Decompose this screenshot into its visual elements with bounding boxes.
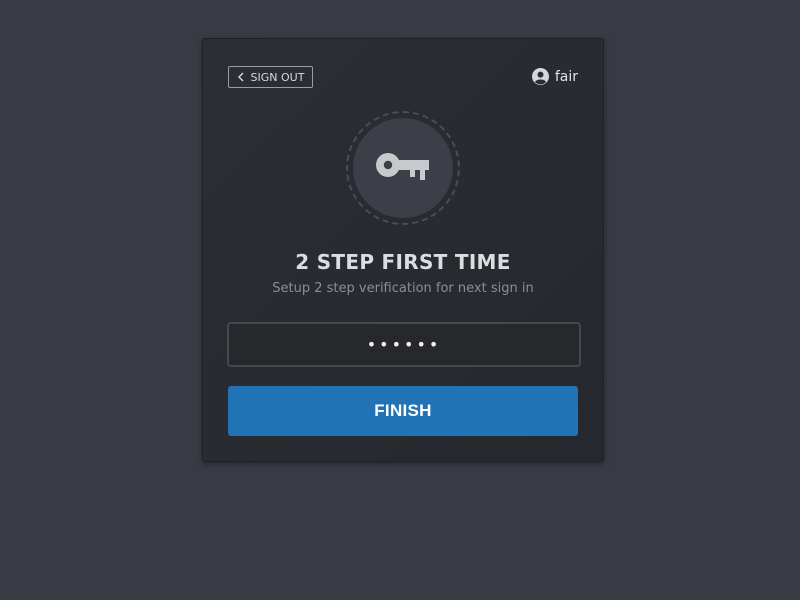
user-info: fair (531, 68, 578, 85)
user-circle-icon (531, 68, 549, 85)
page-subtitle: Setup 2 step verification for next sign … (272, 281, 534, 296)
finish-button[interactable]: FINISH (228, 386, 578, 436)
chevron-left-icon (237, 72, 245, 82)
key-circle (353, 118, 453, 218)
sign-out-button[interactable]: SIGN OUT (228, 66, 313, 88)
verification-card: SIGN OUT fair 2 STEP FIRST TIME Setup 2 … (202, 38, 604, 462)
page-title: 2 STEP FIRST TIME (295, 250, 511, 274)
key-icon (375, 151, 431, 185)
key-badge (346, 111, 460, 225)
sign-out-label: SIGN OUT (250, 70, 305, 84)
verification-code-input[interactable] (227, 322, 581, 367)
username: fair (554, 68, 578, 85)
